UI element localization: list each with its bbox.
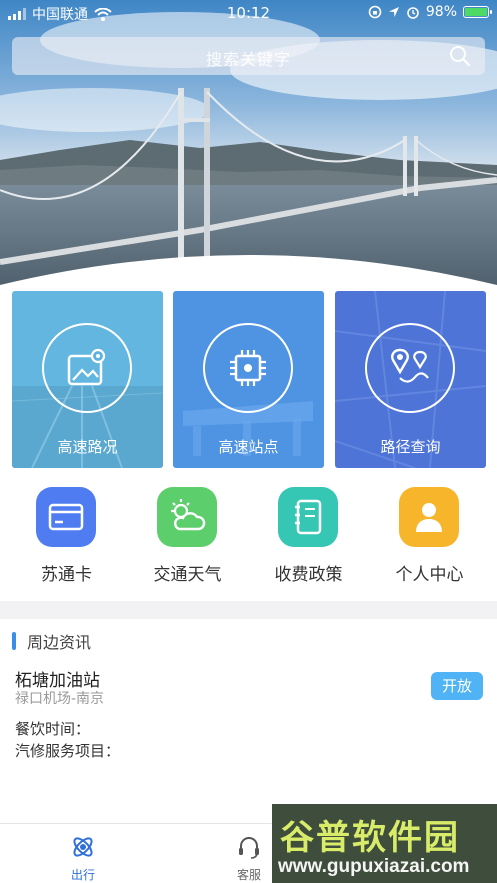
alarm-icon: [407, 7, 419, 19]
quick-icon-tile: [157, 487, 217, 547]
battery-icon: [463, 6, 492, 18]
tile-label: 路径查询: [380, 438, 441, 456]
quick-label: 收费政策: [274, 565, 343, 585]
quick-personal-center[interactable]: 个人中心: [369, 487, 490, 587]
quick-label: 交通天气: [153, 565, 222, 585]
tile-highway-stations[interactable]: 高速站点: [173, 291, 324, 468]
station-location: 禄口机场-南京: [15, 691, 105, 707]
quick-icon-tile: [278, 487, 338, 547]
quick-sutong-card[interactable]: 苏通卡: [6, 487, 127, 587]
search-icon[interactable]: [449, 45, 471, 67]
quick-label: 个人中心: [395, 565, 464, 585]
headset-icon: [239, 837, 259, 859]
rotation-lock-icon: [368, 5, 382, 19]
atom-icon: [73, 837, 93, 857]
section-accent-bar: [12, 632, 16, 650]
hero-banner: 中国联通 10:12 98% 搜索关键字: [0, 0, 497, 290]
chip-icon: [230, 350, 266, 386]
section-header: 周边资讯: [12, 630, 91, 652]
notebook-icon: [295, 499, 322, 535]
section-title: 周边资讯: [27, 633, 92, 652]
quick-icon-tile: [36, 487, 96, 547]
watermark-brand: 谷普软件园: [280, 818, 460, 858]
dining-hours-label: 餐饮时间：: [15, 720, 91, 738]
tab-travel[interactable]: 出行: [0, 824, 166, 883]
open-status-button[interactable]: 开放: [431, 672, 483, 700]
map-pin-image-icon: [67, 348, 106, 386]
card-icon: [48, 503, 84, 531]
search-bar[interactable]: 搜索关键字: [12, 37, 485, 75]
section-divider: [0, 601, 497, 619]
tile-label: 高速站点: [218, 438, 279, 456]
quick-icon-tile: [399, 487, 459, 547]
weather-icon: [171, 499, 206, 531]
tile-highway-traffic[interactable]: 高速路况: [12, 291, 163, 468]
battery-percent: 98%: [425, 4, 457, 20]
search-placeholder: 搜索关键字: [205, 50, 291, 69]
watermark-url: www.gupuxiazai.com: [278, 856, 470, 877]
tab-label: 出行: [70, 868, 95, 882]
tile-label: 高速路况: [57, 438, 118, 456]
quick-toll-policy[interactable]: 收费政策: [248, 487, 369, 587]
user-icon: [416, 503, 442, 532]
site-watermark: 谷普软件园 www.gupuxiazai.com: [272, 804, 497, 883]
tile-route-search[interactable]: 路径查询: [335, 291, 486, 468]
status-bar: 中国联通 10:12 98%: [0, 0, 497, 26]
route-icon: [391, 348, 429, 383]
quick-label: 苏通卡: [41, 565, 92, 585]
quick-traffic-weather[interactable]: 交通天气: [127, 487, 248, 587]
repair-services-label: 汽修服务项目：: [15, 742, 121, 760]
location-icon: [388, 7, 399, 17]
